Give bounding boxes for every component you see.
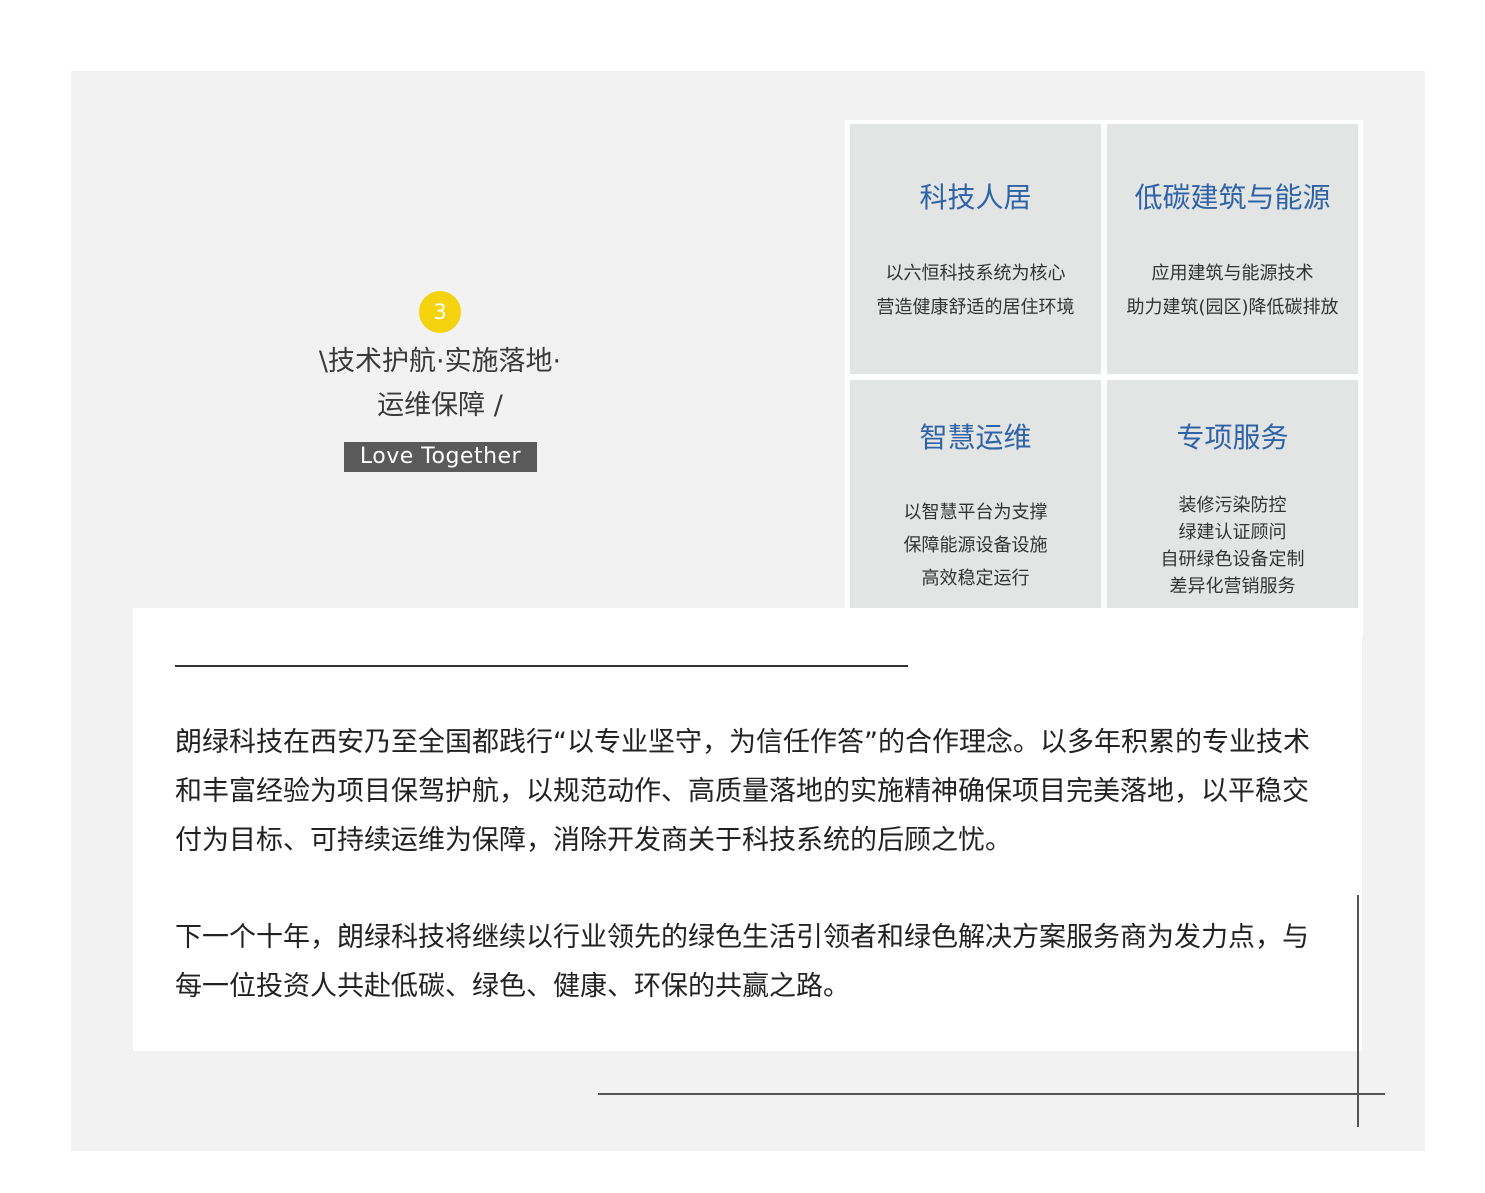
card-description: 装修污染防控 绿建认证顾问 自研绿色设备定制 差异化营销服务 — [1107, 492, 1358, 600]
divider-line — [175, 665, 908, 667]
card-line: 自研绿色设备定制 — [1160, 549, 1305, 570]
section-heading-line2: 运维保障 / — [377, 390, 503, 421]
section-heading-line1: \技术护航·实施落地· — [318, 346, 562, 377]
card-title: 科技人居 — [919, 181, 1032, 214]
card-title: 低碳建筑与能源 — [1134, 181, 1331, 214]
card-description: 以智慧平台为支撑 保障能源设备设施 高效稳定运行 — [850, 496, 1101, 595]
section-number-badge: 3 — [419, 291, 461, 333]
card-line: 差异化营销服务 — [1169, 576, 1296, 597]
card-line: 营造健康舒适的居住环境 — [876, 297, 1075, 318]
card-line: 装修污染防控 — [1178, 495, 1287, 516]
card-title: 专项服务 — [1176, 421, 1289, 454]
service-card-low-carbon: 低碳建筑与能源 应用建筑与能源技术 助力建筑(园区)降低碳排放 — [1107, 124, 1358, 374]
card-line: 以六恒科技系统为核心 — [885, 263, 1066, 284]
card-line: 绿建认证顾问 — [1178, 522, 1287, 543]
body-paragraph-2: 下一个十年，朗绿科技将继续以行业领先的绿色生活引领者和绿色解决方案服务商为发力点… — [175, 922, 1309, 1002]
card-line: 以智慧平台为支撑 — [903, 502, 1048, 523]
body-paragraph-1: 朗绿科技在西安乃至全国都践行“以专业坚守，为信任作答”的合作理念。以多年积累的专… — [175, 727, 1310, 856]
decorative-horizontal-line — [598, 1093, 1385, 1095]
card-line: 高效稳定运行 — [921, 568, 1030, 589]
card-title: 智慧运维 — [919, 421, 1032, 454]
service-card-special-services: 专项服务 装修污染防控 绿建认证顾问 自研绿色设备定制 差异化营销服务 — [1107, 380, 1358, 630]
service-card-smart-operations: 智慧运维 以智慧平台为支撑 保障能源设备设施 高效稳定运行 — [850, 380, 1101, 630]
card-line: 助力建筑(园区)降低碳排放 — [1126, 297, 1339, 318]
slogan-tag: Love Together — [344, 442, 537, 472]
card-description: 应用建筑与能源技术 助力建筑(园区)降低碳排放 — [1107, 257, 1358, 325]
service-card-tech-living: 科技人居 以六恒科技系统为核心 营造健康舒适的居住环境 — [850, 124, 1101, 374]
card-line: 应用建筑与能源技术 — [1151, 263, 1314, 284]
card-line: 保障能源设备设施 — [903, 535, 1048, 556]
card-description: 以六恒科技系统为核心 营造健康舒适的居住环境 — [850, 257, 1101, 325]
